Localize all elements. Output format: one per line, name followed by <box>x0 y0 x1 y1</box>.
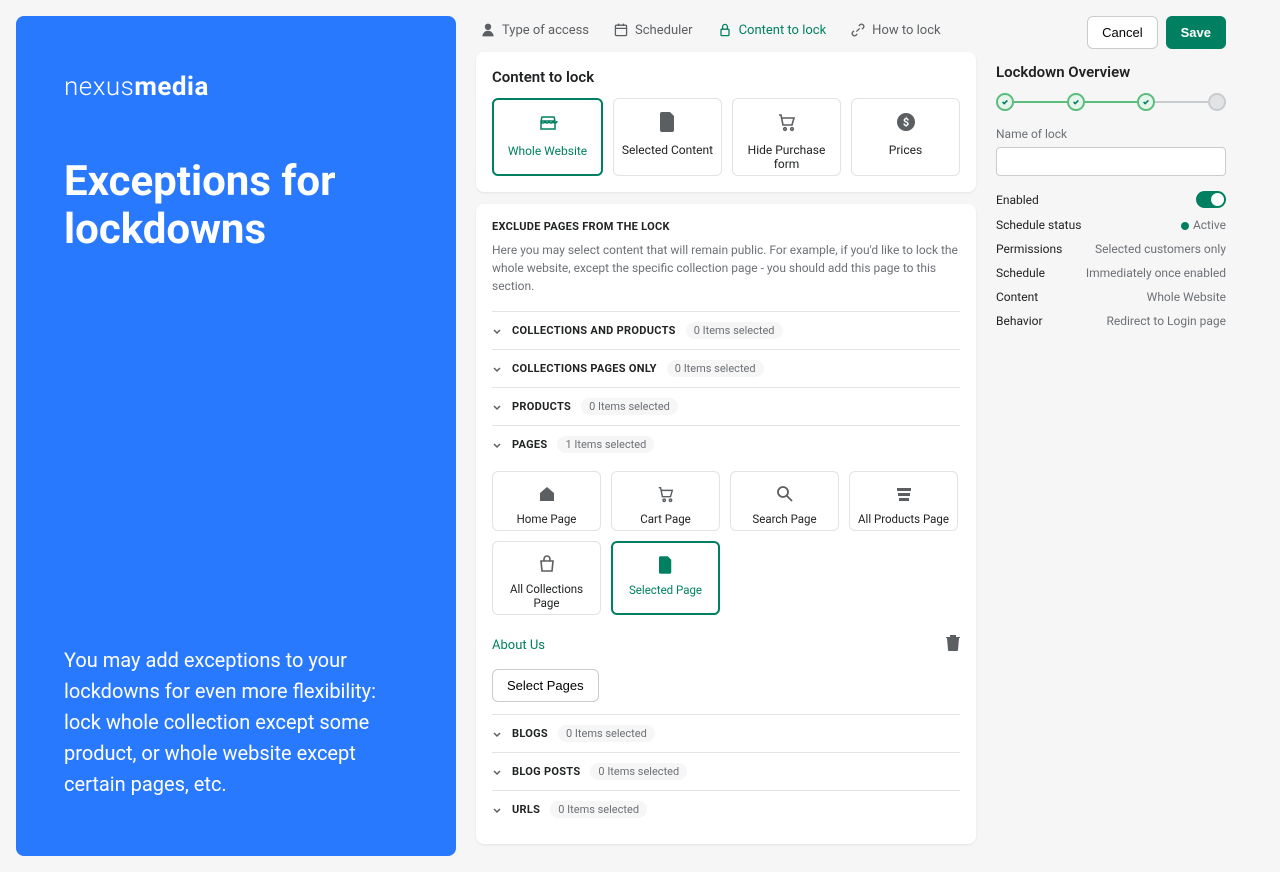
lock-name-input[interactable] <box>996 147 1226 176</box>
panel-description: You may add exceptions to your lockdowns… <box>64 645 408 800</box>
count-badge: 0 Items selected <box>558 725 655 742</box>
progress-stepper <box>996 93 1226 111</box>
option-whole-website[interactable]: Whole Website <box>492 98 603 176</box>
panel-title: Exceptions for lockdowns <box>64 158 408 255</box>
option-prices[interactable]: $ Prices <box>851 98 960 176</box>
count-badge: 0 Items selected <box>590 763 687 780</box>
bag-icon <box>538 555 556 573</box>
exclude-description: Here you may select content that will re… <box>492 241 960 295</box>
tab-how-to-lock[interactable]: How to lock <box>850 22 940 38</box>
person-icon <box>480 22 496 38</box>
step-2 <box>1067 93 1085 111</box>
count-badge: 0 Items selected <box>667 360 764 377</box>
overview-title: Lockdown Overview <box>996 63 1226 81</box>
chevron-up-icon <box>492 326 502 336</box>
chevron-up-icon <box>492 364 502 374</box>
search-icon <box>776 485 794 503</box>
link-icon <box>850 22 866 38</box>
acc-urls[interactable]: URLS 0 Items selected <box>492 790 960 828</box>
count-badge: 1 Items selected <box>557 436 654 453</box>
page-option-selected-page[interactable]: Selected Page <box>611 541 720 615</box>
page-option-home[interactable]: Home Page <box>492 471 601 531</box>
marketing-side-panel: nexusmedia Exceptions for lockdowns You … <box>16 16 456 856</box>
tab-type-of-access[interactable]: Type of access <box>480 22 589 38</box>
page-option-cart[interactable]: Cart Page <box>611 471 720 531</box>
selected-page-name: About Us <box>492 638 545 653</box>
select-pages-button[interactable]: Select Pages <box>492 669 599 702</box>
calendar-icon <box>613 22 629 38</box>
chevron-up-icon <box>492 729 502 739</box>
file-icon <box>660 112 676 132</box>
card-title: Content to lock <box>492 68 960 86</box>
brand-logo: nexusmedia <box>64 72 408 102</box>
content-to-lock-card: Content to lock Whole Website Selected C… <box>476 52 976 192</box>
save-button[interactable]: Save <box>1166 16 1226 49</box>
acc-blog-posts[interactable]: BLOG POSTS 0 Items selected <box>492 752 960 790</box>
page-option-all-collections[interactable]: All Collections Page <box>492 541 601 615</box>
count-badge: 0 Items selected <box>686 322 783 339</box>
option-selected-content[interactable]: Selected Content <box>613 98 722 176</box>
file-icon <box>659 556 673 574</box>
acc-pages[interactable]: PAGES 1 Items selected <box>492 425 960 463</box>
tab-content-to-lock[interactable]: Content to lock <box>717 22 827 38</box>
acc-products[interactable]: PRODUCTS 0 Items selected <box>492 387 960 425</box>
option-hide-purchase[interactable]: Hide Purchase form <box>732 98 841 176</box>
count-badge: 0 Items selected <box>581 398 678 415</box>
page-option-all-products[interactable]: All Products Page <box>849 471 958 531</box>
enabled-toggle[interactable] <box>1196 191 1226 208</box>
step-4 <box>1208 93 1226 111</box>
chevron-up-icon <box>492 402 502 412</box>
chevron-up-icon <box>492 805 502 815</box>
store-icon <box>538 113 558 133</box>
step-3 <box>1137 93 1155 111</box>
page-option-search[interactable]: Search Page <box>730 471 839 531</box>
acc-collections-products[interactable]: COLLECTIONS AND PRODUCTS 0 Items selecte… <box>492 311 960 349</box>
selected-page-row: About Us <box>492 629 960 669</box>
check-icon <box>1072 98 1080 106</box>
lock-icon <box>717 22 733 38</box>
cancel-button[interactable]: Cancel <box>1087 16 1157 49</box>
chevron-down-icon <box>492 440 502 450</box>
cart-icon <box>777 112 797 132</box>
home-icon <box>538 485 556 503</box>
trash-icon <box>946 635 960 651</box>
name-label: Name of lock <box>996 127 1226 141</box>
status-dot-icon <box>1181 222 1189 230</box>
tab-scheduler[interactable]: Scheduler <box>613 22 693 38</box>
delete-page-button[interactable] <box>946 635 960 655</box>
svg-text:$: $ <box>902 116 908 129</box>
count-badge: 0 Items selected <box>550 801 647 818</box>
stack-icon <box>895 485 913 503</box>
cart-icon <box>657 485 675 503</box>
wizard-tabs: Type of access Scheduler Content to lock… <box>476 16 976 52</box>
check-icon <box>1001 98 1009 106</box>
lockdown-overview-panel: Lockdown Overview Name of lock Enabled S… <box>996 63 1226 333</box>
chevron-up-icon <box>492 767 502 777</box>
step-1 <box>996 93 1014 111</box>
acc-collections-pages[interactable]: COLLECTIONS PAGES ONLY 0 Items selected <box>492 349 960 387</box>
exclude-title: EXCLUDE PAGES FROM THE LOCK <box>492 220 960 233</box>
exclude-pages-card: EXCLUDE PAGES FROM THE LOCK Here you may… <box>476 204 976 844</box>
check-icon <box>1142 98 1150 106</box>
dollar-icon: $ <box>897 113 915 131</box>
